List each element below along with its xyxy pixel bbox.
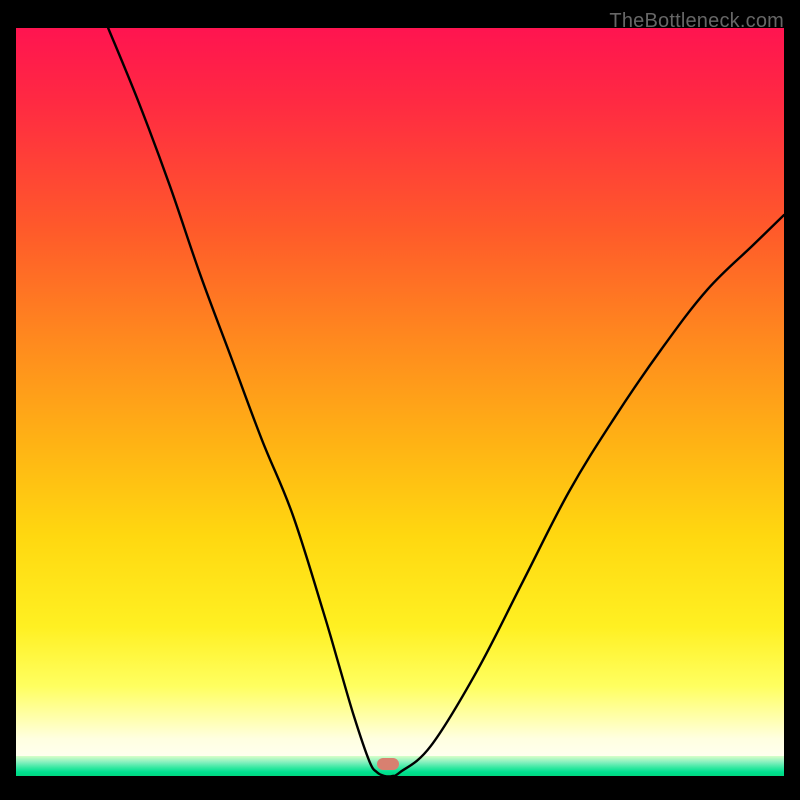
minimum-marker: [377, 758, 399, 770]
bottleneck-curve: [108, 28, 784, 776]
chart-frame: TheBottleneck.com: [16, 10, 784, 790]
plot-area: [16, 28, 784, 776]
curve-svg: [16, 28, 784, 776]
